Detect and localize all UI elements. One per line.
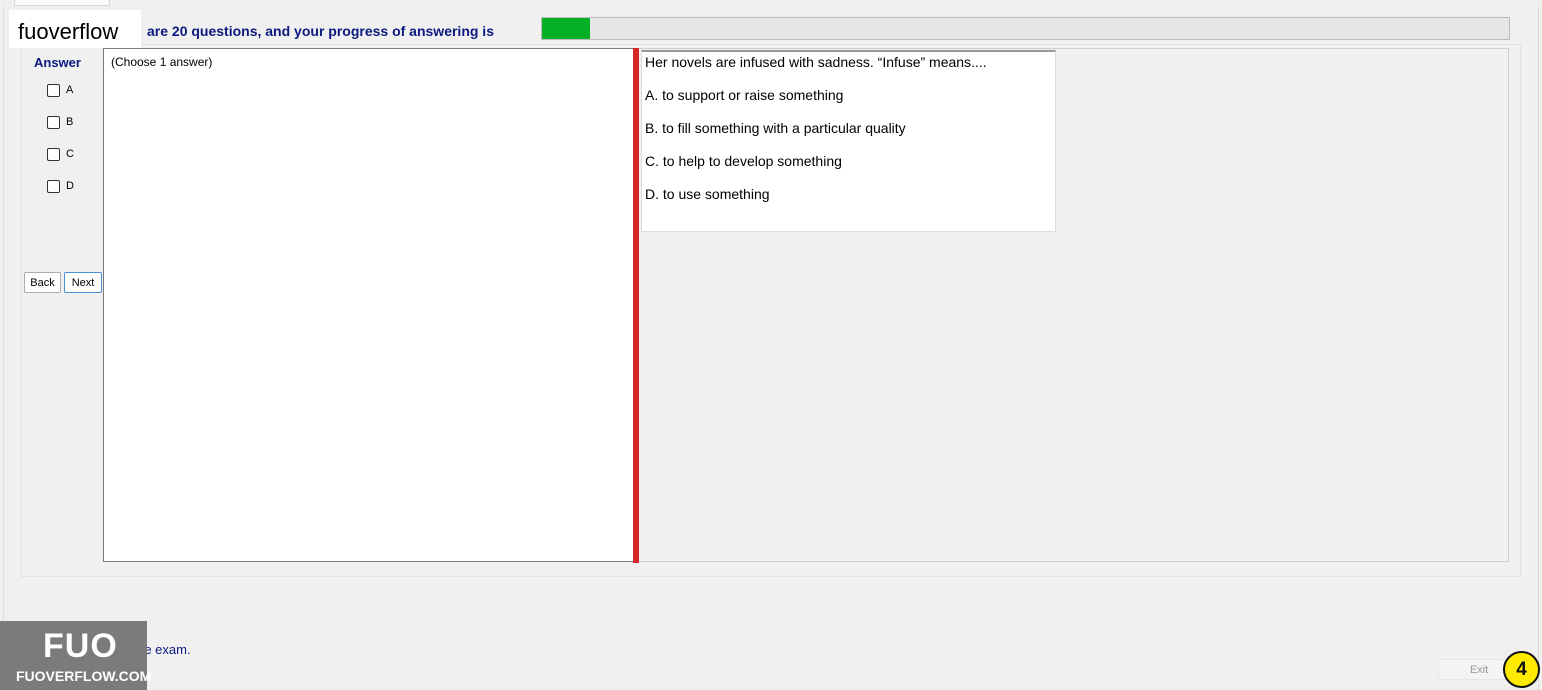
question-choice-a: A. to support or raise something — [645, 87, 844, 103]
option-c-label: C — [66, 148, 74, 160]
answer-title: Answer — [34, 55, 81, 70]
option-d-label: D — [66, 180, 74, 192]
option-b-checkbox[interactable] — [47, 115, 60, 129]
page-number-badge: 4 — [1503, 651, 1540, 688]
choose-hint: (Choose 1 answer) — [111, 55, 213, 69]
question-choice-d: D. to use something — [645, 186, 770, 202]
fuoverflow-logo: fuoverflow — [9, 10, 141, 48]
fuo-watermark-badge: FUO FUOVERFLOW.COM — [0, 621, 151, 690]
question-choice-c: C. to help to develop something — [645, 153, 842, 169]
progress-bar — [541, 17, 1510, 40]
option-a[interactable]: A — [47, 83, 73, 97]
option-b-label: B — [66, 116, 74, 128]
question-card: Her novels are infused with sadness. “In… — [641, 50, 1056, 232]
progress-header-text: are 20 questions, and your progress of a… — [147, 23, 494, 39]
back-button[interactable]: Back — [24, 272, 61, 293]
next-button[interactable]: Next — [64, 272, 102, 293]
question-choice-b: B. to fill something with a particular q… — [645, 120, 906, 136]
option-d[interactable]: D — [47, 179, 74, 193]
option-c-checkbox[interactable] — [47, 147, 60, 161]
option-a-checkbox[interactable] — [47, 83, 60, 97]
option-b[interactable]: B — [47, 115, 73, 129]
fuo-badge-small-text: FUOVERFLOW.COM — [16, 668, 152, 684]
question-stem: Her novels are infused with sadness. “In… — [645, 54, 987, 70]
fuo-badge-big-text: FUO — [43, 627, 118, 665]
option-c[interactable]: C — [47, 147, 74, 161]
option-d-checkbox[interactable] — [47, 179, 60, 193]
progress-bar-fill — [542, 18, 591, 39]
option-a-label: A — [66, 84, 74, 96]
answer-panel[interactable]: (Choose 1 answer) — [103, 48, 634, 562]
